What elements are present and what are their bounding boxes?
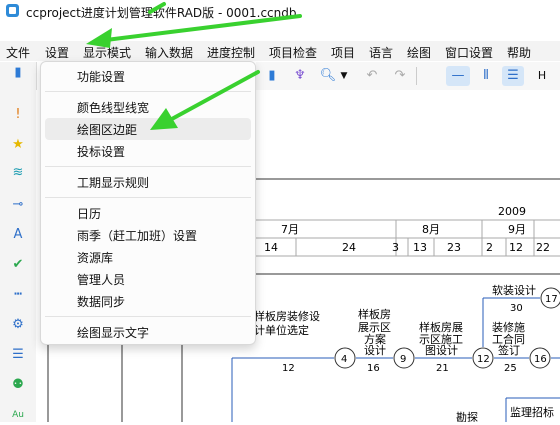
arrow-head — [86, 28, 112, 48]
arrow-to-drawing-margin — [168, 70, 260, 122]
annotation-arrows — [86, 2, 302, 130]
arrow-to-settings-menu — [104, 14, 302, 42]
arrow-fragment — [148, 2, 166, 14]
